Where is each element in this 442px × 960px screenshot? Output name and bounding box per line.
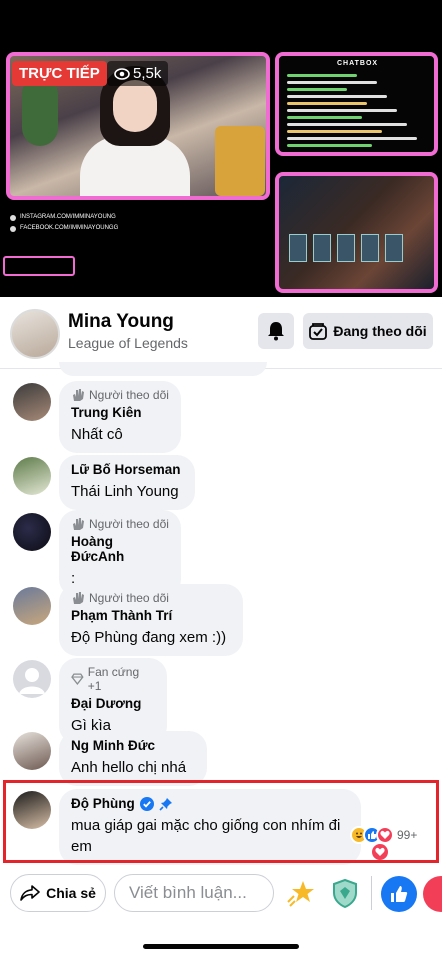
comment-composer-bar: Chia sẻ	[0, 868, 442, 920]
chat-line	[287, 102, 367, 105]
chat-line	[287, 137, 417, 140]
commenter-name[interactable]: Phạm Thành Trí	[71, 608, 231, 623]
chat-line	[287, 123, 407, 126]
viewer-count-badge: 5,5k	[107, 61, 169, 86]
follower-badge: Người theo dõi	[71, 591, 231, 605]
badge-label: Người theo dõi	[89, 388, 169, 402]
star-icon	[287, 881, 314, 907]
streamer-game[interactable]: League of Legends	[68, 335, 188, 351]
background-plant	[22, 76, 58, 146]
comment-bubble[interactable]: Ng Minh Đức Anh hello chị nhá	[59, 731, 207, 786]
stars-button[interactable]	[286, 878, 316, 908]
comment-text: Thái Linh Young	[71, 483, 179, 500]
chat-line	[287, 109, 397, 112]
badge-shield-button[interactable]	[332, 878, 358, 909]
avatar[interactable]	[13, 732, 51, 770]
comment-input[interactable]	[114, 874, 274, 912]
highlighted-comment-box	[3, 780, 439, 863]
stream-overlay-box	[3, 256, 75, 276]
diamond-icon	[71, 673, 84, 685]
wave-hand-icon	[73, 389, 84, 401]
instagram-link: INSTAGRAM.COM/IMMINAYOUNG	[20, 214, 116, 220]
badge-label: Người theo dõi	[89, 517, 169, 531]
home-indicator	[143, 944, 299, 949]
chat-line	[287, 81, 377, 84]
comment-bubble[interactable]: Người theo dõi Trung Kiên Nhất cô	[59, 381, 181, 453]
chat-line	[287, 95, 387, 98]
comment-text: Anh hello chị nhá	[71, 759, 187, 776]
share-label: Chia sẻ	[46, 885, 96, 901]
chat-line	[287, 74, 357, 77]
streamer-name[interactable]: Mina Young	[68, 311, 174, 333]
following-label: Đang theo dõi	[333, 323, 427, 339]
following-button[interactable]: Đang theo dõi	[303, 313, 433, 349]
chatbox-overlay: CHATBOX	[275, 52, 438, 156]
shield-icon	[333, 878, 357, 909]
like-button[interactable]	[381, 876, 417, 912]
streamer-header: Mina Young League of Legends Đang theo d…	[0, 297, 442, 369]
avatar[interactable]	[13, 513, 51, 551]
avatar[interactable]	[13, 457, 51, 495]
commenter-name[interactable]: Ng Minh Đức	[71, 738, 195, 753]
commenter-name[interactable]: Đại Dương	[71, 696, 155, 711]
viewer-count: 5,5k	[133, 65, 162, 82]
game-card	[337, 234, 355, 262]
background-chair	[215, 126, 265, 196]
comment-text: Độ Phùng đang xem :))	[71, 629, 227, 646]
facebook-link: FACEBOOK.COM/IMMINAYOUNGG	[20, 225, 119, 231]
default-avatar-icon	[19, 668, 45, 694]
chat-line	[287, 88, 347, 91]
social-links: INSTAGRAM.COM/IMMINAYOUNG FACEBOOK.COM/I…	[10, 212, 118, 234]
streamer-video	[80, 66, 190, 196]
love-button[interactable]	[423, 876, 442, 912]
chat-line	[287, 116, 362, 119]
share-arrow-icon	[20, 885, 40, 901]
badge-label: Fan cứng +1	[87, 665, 140, 693]
following-check-icon	[309, 323, 328, 340]
avatar[interactable]	[13, 660, 51, 698]
comment-bubble-partial	[59, 362, 267, 376]
live-badge: TRỰC TIẾP	[12, 61, 107, 86]
eye-icon	[114, 67, 130, 80]
commenter-name[interactable]: Hoàng ĐứcAnh	[71, 534, 169, 564]
avatar[interactable]	[13, 587, 51, 625]
avatar[interactable]	[13, 383, 51, 421]
commenter-name[interactable]: Trung Kiên	[71, 405, 169, 420]
divider	[371, 876, 372, 910]
bell-icon	[268, 322, 284, 341]
game-card	[313, 234, 331, 262]
chat-line	[287, 144, 372, 147]
game-card	[385, 234, 403, 262]
comment-bubble[interactable]: Người theo dõi Phạm Thành Trí Độ Phùng đ…	[59, 584, 243, 656]
comment-bubble[interactable]: Lữ Bố Horseman Thái Linh Young	[59, 455, 195, 510]
commenter-name[interactable]: Lữ Bố Horseman	[71, 462, 183, 477]
chat-line	[287, 130, 382, 133]
chatbox-title: CHATBOX	[337, 60, 379, 67]
streamer-avatar[interactable]	[10, 309, 60, 359]
thumbs-up-icon	[391, 886, 408, 902]
comment-text: Nhất cô	[71, 426, 123, 443]
follower-badge: Người theo dõi	[71, 388, 169, 402]
follower-badge: Người theo dõi	[71, 517, 169, 531]
wave-hand-icon	[73, 592, 84, 604]
game-capture	[275, 172, 438, 293]
notification-button[interactable]	[258, 313, 294, 349]
top-fan-badge: Fan cứng +1	[71, 665, 155, 693]
live-video-player[interactable]: TRỰC TIẾP 5,5k INSTAGRAM.COM/IMMINAYOUNG…	[0, 0, 442, 297]
badge-label: Người theo dõi	[89, 591, 169, 605]
wave-hand-icon	[73, 518, 84, 530]
game-card	[289, 234, 307, 262]
share-button[interactable]: Chia sẻ	[10, 874, 106, 912]
game-card	[361, 234, 379, 262]
facebook-icon	[10, 225, 16, 232]
instagram-icon	[10, 214, 16, 221]
